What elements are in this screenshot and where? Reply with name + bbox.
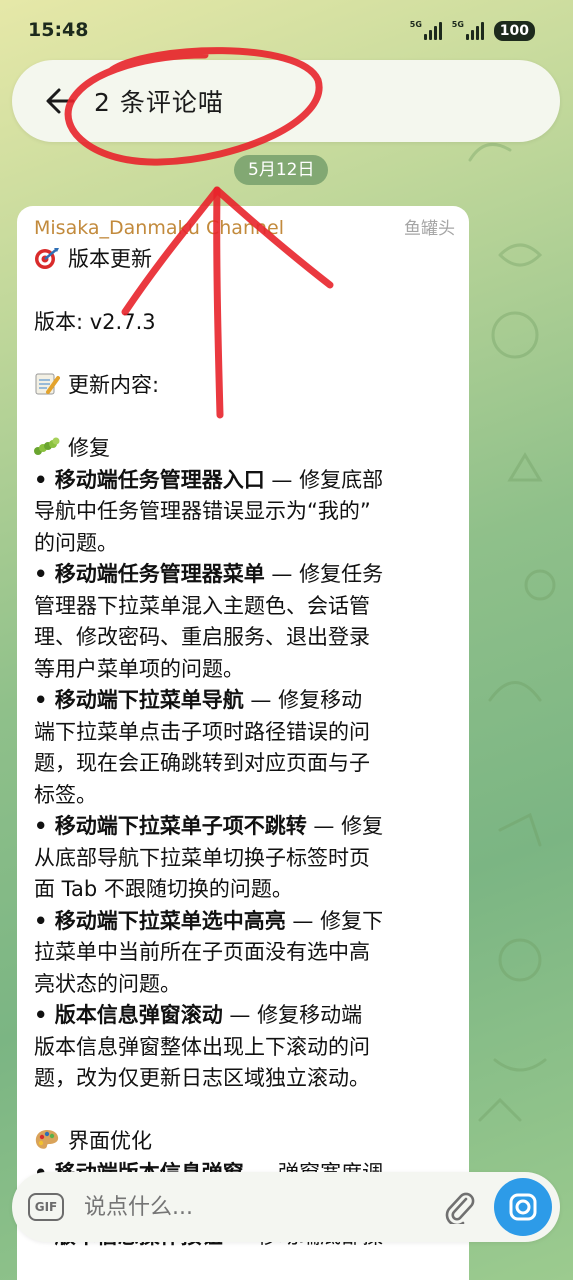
message-line-bold: • 移动端任务管理器入口 bbox=[34, 467, 265, 492]
message-line-text: 从底部导航下拉菜单切换子标签时页 bbox=[34, 845, 370, 870]
message-line: 版本信息弹窗整体出现上下滚动的问 bbox=[34, 1032, 455, 1064]
status-time: 15:48 bbox=[28, 19, 89, 41]
message-line bbox=[34, 402, 455, 434]
message-line-bold: • 版本信息弹窗滚动 bbox=[34, 1003, 223, 1027]
message-line-text: 的问题。 bbox=[34, 530, 118, 555]
message-line-text: 亮状态的问题。 bbox=[34, 971, 181, 996]
message-line: • 移动端下拉菜单子项不跳转 — 修复 bbox=[34, 811, 455, 843]
message-line: 版本: v2.7.3 bbox=[34, 307, 455, 339]
message-line-text: 导航中任务管理器错误显示为“我的” bbox=[34, 499, 371, 523]
page-title: 2 条评论喵 bbox=[94, 88, 224, 117]
camera-icon bbox=[509, 1193, 537, 1221]
message-line: 拉菜单中当前所在子页面没有选中高 bbox=[34, 937, 455, 969]
message-line-text: — 修复任务 bbox=[264, 562, 384, 586]
message-line: 面 Tab 不跟随切换的问题。 bbox=[34, 874, 455, 906]
message-line-text: 版本更新 bbox=[68, 247, 152, 271]
message-line-text: 端下拉菜单点击子项时路径错误的问 bbox=[34, 719, 370, 744]
camera-button[interactable] bbox=[494, 1178, 552, 1236]
message-line: • 移动端下拉菜单导航 — 修复移动 bbox=[34, 685, 455, 717]
message-bubble[interactable]: Misaka_Danmaku Channel 鱼罐头 版本更新版本: v2.7.… bbox=[17, 206, 469, 1280]
back-arrow-icon bbox=[46, 88, 75, 114]
message-line: 题，现在会正确跳转到对应页面与子 bbox=[34, 748, 455, 780]
attach-button[interactable] bbox=[440, 1187, 480, 1227]
palette-icon bbox=[34, 1128, 60, 1152]
message-line-text: — 修复 bbox=[306, 814, 384, 838]
battery-indicator: 100 bbox=[493, 21, 535, 41]
message-line: • 移动端任务管理器入口 — 修复底部 bbox=[34, 465, 455, 497]
signal-strength-icon: 5G bbox=[451, 20, 484, 40]
channel-name[interactable]: Misaka_Danmaku Channel bbox=[34, 217, 284, 239]
message-line: 界面优化 bbox=[34, 1126, 455, 1158]
message-composer: GIF bbox=[12, 1172, 560, 1242]
memo-icon bbox=[34, 372, 60, 396]
message-line-text: 题，改为仅更新日志区域独立滚动。 bbox=[34, 1066, 370, 1090]
message-line: 端下拉菜单点击子项时路径错误的问 bbox=[34, 717, 455, 749]
message-line: 理、修改密码、重启服务、退出登录 bbox=[34, 622, 455, 654]
message-line-text: 题，现在会正确跳转到对应页面与子 bbox=[34, 751, 370, 775]
message-text: 版本更新版本: v2.7.3 更新内容: 修复 • 移动端任务管理器入口 — 修复底部… bbox=[34, 244, 455, 1252]
date-separator: 5月12日 bbox=[234, 155, 329, 185]
message-line-text: — 修复移动端 bbox=[222, 1003, 363, 1027]
message-line bbox=[34, 339, 455, 371]
message-line-text: 版本: v2.7.3 bbox=[34, 310, 156, 334]
paperclip-icon bbox=[445, 1192, 475, 1224]
message-line-bold: • 移动端下拉菜单选中高亮 bbox=[34, 908, 286, 933]
message-line-text: 理、修改密码、重启服务、退出登录 bbox=[34, 625, 370, 649]
status-indicators: 5G 5G 100 bbox=[409, 20, 535, 41]
message-line: 更新内容: bbox=[34, 370, 455, 402]
message-line-bold: • 移动端任务管理器菜单 bbox=[34, 562, 265, 586]
message-line: 版本更新 bbox=[34, 244, 455, 276]
message-line-text: 更新内容: bbox=[68, 373, 160, 397]
network-type-label: 5G bbox=[409, 20, 422, 29]
message-line-text: — 修复移动 bbox=[243, 688, 363, 712]
chat-header: 2 条评论喵 bbox=[12, 60, 560, 142]
message-line: 标签。 bbox=[34, 780, 455, 812]
message-line-text: 版本信息弹窗整体出现上下滚动的问 bbox=[34, 1034, 370, 1059]
message-line-bold: • 移动端下拉菜单子项不跳转 bbox=[34, 814, 307, 838]
message-line-text: — 修复底部 bbox=[264, 467, 384, 492]
message-header: Misaka_Danmaku Channel 鱼罐头 bbox=[34, 214, 455, 244]
message-line-text: 等用户菜单项的问题。 bbox=[34, 656, 244, 681]
dart-icon bbox=[34, 246, 60, 270]
message-line-text: — 修复下 bbox=[285, 908, 384, 933]
status-bar: 15:48 5G 5G 100 bbox=[0, 0, 573, 62]
message-line-text: 界面优化 bbox=[68, 1129, 152, 1153]
message-line-text: 标签。 bbox=[34, 782, 97, 807]
message-line: 的问题。 bbox=[34, 528, 455, 560]
comment-input[interactable] bbox=[84, 1194, 440, 1220]
message-line-text: 修复 bbox=[68, 436, 110, 460]
message-line: • 版本信息弹窗滚动 — 修复移动端 bbox=[34, 1000, 455, 1032]
message-line: • 移动端下拉菜单选中高亮 — 修复下 bbox=[34, 906, 455, 938]
message-line-text: 拉菜单中当前所在子页面没有选中高 bbox=[34, 940, 370, 964]
back-button[interactable] bbox=[30, 71, 90, 131]
network-type-label: 5G bbox=[451, 20, 464, 29]
message-line bbox=[34, 276, 455, 308]
message-line: 题，改为仅更新日志区域独立滚动。 bbox=[34, 1063, 455, 1095]
message-line-bold: • 移动端下拉菜单导航 bbox=[34, 688, 244, 712]
message-line-text: 管理器下拉菜单混入主题色、会话管 bbox=[34, 593, 370, 618]
message-line: 导航中任务管理器错误显示为“我的” bbox=[34, 496, 455, 528]
message-line: 等用户菜单项的问题。 bbox=[34, 654, 455, 686]
message-line: 修复 bbox=[34, 433, 455, 465]
signal-strength-icon: 5G bbox=[409, 20, 442, 40]
bug-icon bbox=[34, 435, 60, 459]
author-tag: 鱼罐头 bbox=[404, 219, 455, 239]
message-line bbox=[34, 1095, 455, 1127]
message-line: • 移动端任务管理器菜单 — 修复任务 bbox=[34, 559, 455, 591]
message-line: 亮状态的问题。 bbox=[34, 969, 455, 1001]
message-line: 管理器下拉菜单混入主题色、会话管 bbox=[34, 591, 455, 623]
gif-button[interactable]: GIF bbox=[28, 1193, 64, 1221]
message-line-text: 面 Tab 不跟随切换的问题。 bbox=[34, 877, 293, 901]
message-line: 从底部导航下拉菜单切换子标签时页 bbox=[34, 843, 455, 875]
